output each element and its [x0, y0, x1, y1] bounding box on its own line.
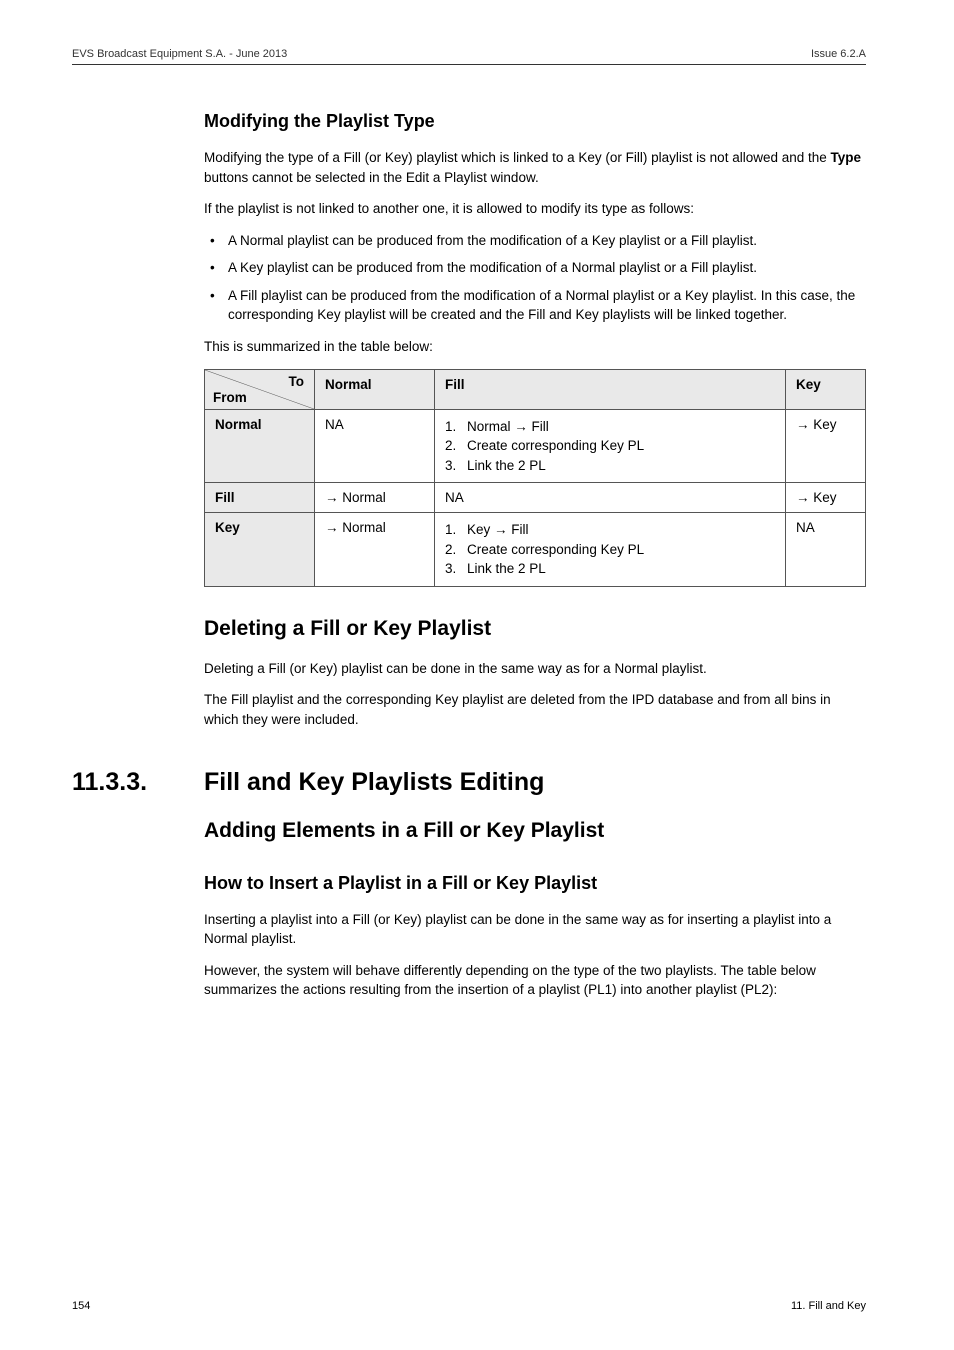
- footer-page-number: 154: [72, 1300, 90, 1312]
- section-title: Fill and Key Playlists Editing: [204, 768, 544, 797]
- table-row: Normal NA Normal → Fill Create correspon…: [205, 409, 866, 483]
- step-item: Link the 2 PL: [445, 456, 775, 476]
- bullet-list: A Normal playlist can be produced from t…: [204, 231, 866, 325]
- step-item: Normal → Fill: [445, 417, 775, 437]
- cell: → Key: [786, 483, 866, 513]
- list-item: A Normal playlist can be produced from t…: [204, 231, 866, 251]
- paragraph: Inserting a playlist into a Fill (or Key…: [204, 910, 866, 949]
- row-label: Fill: [205, 483, 315, 513]
- paragraph: Modifying the type of a Fill (or Key) pl…: [204, 148, 866, 187]
- row-label: Key: [205, 513, 315, 587]
- table-header-fill: Fill: [435, 369, 786, 409]
- header-left: EVS Broadcast Equipment S.A. - June 2013: [72, 48, 287, 60]
- paragraph: The Fill playlist and the corresponding …: [204, 690, 866, 729]
- cell: → Key: [786, 409, 866, 483]
- cell: NA: [315, 409, 435, 483]
- cell: Normal → Fill Create corresponding Key P…: [435, 409, 786, 483]
- cell: NA: [435, 483, 786, 513]
- diagonal-line-icon: [205, 370, 314, 409]
- heading-adding-elements: Adding Elements in a Fill or Key Playlis…: [204, 819, 866, 843]
- text: buttons cannot be selected in the Edit a…: [204, 170, 539, 185]
- cell: → Normal: [315, 483, 435, 513]
- header-rule: [72, 64, 866, 65]
- paragraph: Deleting a Fill (or Key) playlist can be…: [204, 659, 866, 679]
- step-item: Key → Fill: [445, 520, 775, 540]
- heading-modifying-playlist-type: Modifying the Playlist Type: [204, 111, 866, 132]
- text: Modifying the type of a Fill (or Key) pl…: [204, 150, 831, 165]
- cell: Key → Fill Create corresponding Key PL L…: [435, 513, 786, 587]
- table-row: Key → Normal Key → Fill Create correspon…: [205, 513, 866, 587]
- modification-summary-table: To From Normal Fill Key Normal NA Normal…: [204, 369, 866, 587]
- cell: NA: [786, 513, 866, 587]
- cell: → Normal: [315, 513, 435, 587]
- list-item: A Key playlist can be produced from the …: [204, 258, 866, 278]
- step-item: Create corresponding Key PL: [445, 540, 775, 560]
- header-right: Issue 6.2.A: [811, 48, 866, 60]
- text-bold-type: Type: [831, 150, 862, 165]
- table-header-diagonal: To From: [205, 369, 315, 409]
- list-item: A Fill playlist can be produced from the…: [204, 286, 866, 325]
- paragraph: If the playlist is not linked to another…: [204, 199, 866, 219]
- table-row: Fill → Normal NA → Key: [205, 483, 866, 513]
- paragraph: However, the system will behave differen…: [204, 961, 866, 1000]
- heading-deleting-fill-or-key: Deleting a Fill or Key Playlist: [204, 617, 866, 641]
- section-number: 11.3.3.: [72, 768, 204, 797]
- footer-section-label: 11. Fill and Key: [791, 1300, 866, 1312]
- steps-list: Normal → Fill Create corresponding Key P…: [445, 417, 775, 476]
- step-item: Create corresponding Key PL: [445, 436, 775, 456]
- table-header-key: Key: [786, 369, 866, 409]
- row-label: Normal: [205, 409, 315, 483]
- step-item: Link the 2 PL: [445, 559, 775, 579]
- paragraph: This is summarized in the table below:: [204, 337, 866, 357]
- table-header-normal: Normal: [315, 369, 435, 409]
- steps-list: Key → Fill Create corresponding Key PL L…: [445, 520, 775, 579]
- heading-how-to-insert: How to Insert a Playlist in a Fill or Ke…: [204, 873, 866, 894]
